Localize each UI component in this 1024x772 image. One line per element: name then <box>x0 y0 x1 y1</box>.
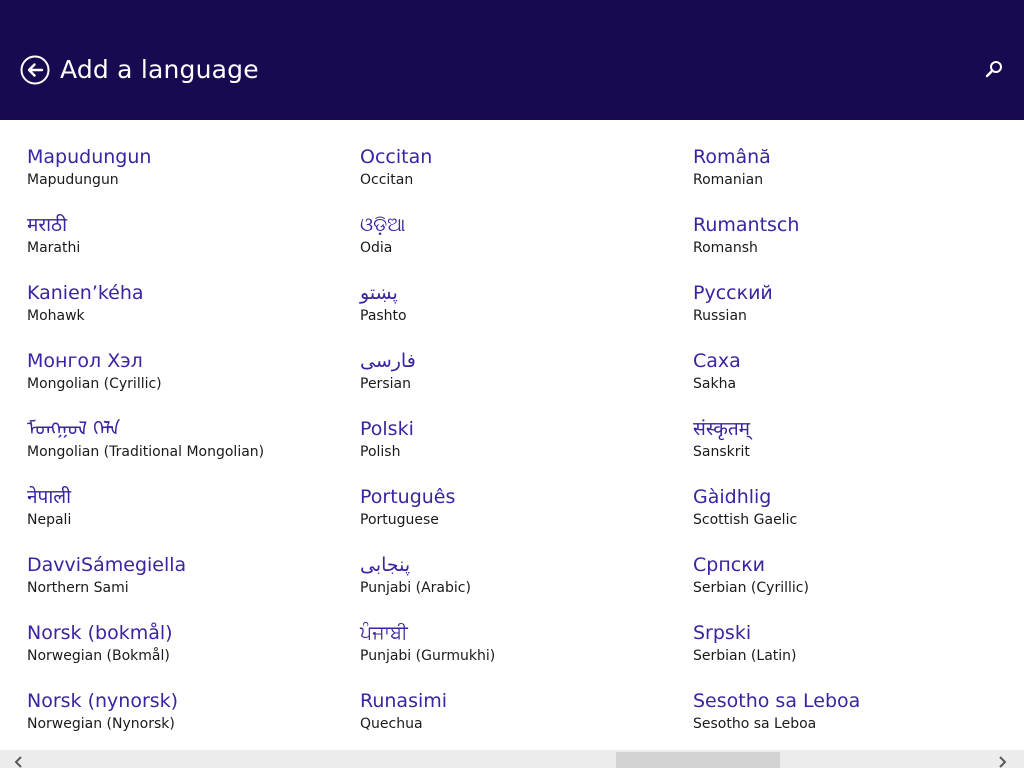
language-english-name: Mongolian (Cyrillic) <box>27 376 162 392</box>
language-english-name: Mapudungun <box>27 172 119 188</box>
language-english-name: Sanskrit <box>693 444 750 460</box>
language-native-name: Português <box>360 486 456 508</box>
scroll-thumb[interactable] <box>616 752 780 768</box>
language-item[interactable]: پښتو Pashto <box>360 281 690 349</box>
language-native-name: Српски <box>693 554 766 576</box>
language-item[interactable]: Occitan Occitan <box>360 145 690 213</box>
language-native-name: Occitan <box>360 146 433 168</box>
language-native-name: नेपाली <box>27 486 72 508</box>
language-english-name: Odia <box>360 240 393 256</box>
language-english-name: Mohawk <box>27 308 85 324</box>
language-english-name: Nepali <box>27 512 72 528</box>
language-native-name: संस्कृतम् <box>693 418 751 440</box>
language-english-name: Marathi <box>27 240 81 256</box>
chevron-left-icon <box>14 756 22 768</box>
language-english-name: Quechua <box>360 716 423 732</box>
language-native-name: پنجابی <box>360 554 411 576</box>
language-native-name: Norsk (bokmål) <box>27 622 173 644</box>
language-english-name: Romansh <box>693 240 758 256</box>
language-item[interactable]: DavviSámegiella Northern Sami <box>27 553 357 621</box>
scroll-left-button[interactable] <box>12 753 26 768</box>
language-item[interactable]: Монгол Хэл Mongolian (Cyrillic) <box>27 349 357 417</box>
language-native-name: Kanien’kéha <box>27 282 144 304</box>
language-native-name: Norsk (nynorsk) <box>27 690 179 712</box>
language-item[interactable]: Srpski Serbian (Latin) <box>693 621 1023 689</box>
language-item[interactable]: Polski Polish <box>360 417 690 485</box>
search-button[interactable] <box>983 59 1005 81</box>
language-item[interactable]: Português Portuguese <box>360 485 690 553</box>
language-english-name: Scottish Gaelic <box>693 512 798 528</box>
language-native-name: Polski <box>360 418 414 440</box>
language-english-name: Sesotho sa Leboa <box>693 716 817 732</box>
back-arrow-circle-icon <box>20 55 50 85</box>
language-english-name: Norwegian (Bokmål) <box>27 648 170 664</box>
language-native-name: ਪੰਜਾਬੀ <box>360 622 408 644</box>
language-item[interactable]: فارسی Persian <box>360 349 690 417</box>
language-native-name: Русский <box>693 282 773 304</box>
language-english-name: Northern Sami <box>27 580 129 596</box>
language-native-name: मराठी <box>27 214 68 236</box>
language-english-name: Portuguese <box>360 512 439 528</box>
language-column: Occitan Occitan ଓଡ଼ିଆ Odia پښتو Pashto فارسی Pe… <box>360 145 690 757</box>
language-english-name: Norwegian (Nynorsk) <box>27 716 175 732</box>
language-native-name: پښتو <box>360 282 398 304</box>
language-item[interactable]: Српски Serbian (Cyrillic) <box>693 553 1023 621</box>
horizontal-scrollbar[interactable] <box>0 750 1024 768</box>
language-native-name: Монгол Хэл <box>27 350 143 372</box>
language-item[interactable]: Rumantsch Romansh <box>693 213 1023 281</box>
language-english-name: Punjabi (Arabic) <box>360 580 471 596</box>
language-item[interactable]: Norsk (bokmål) Norwegian (Bokmål) <box>27 621 357 689</box>
language-native-name: ଓଡ଼ିଆ <box>360 214 406 236</box>
language-native-name: Runasimi <box>360 690 448 712</box>
scroll-right-button[interactable] <box>995 753 1009 768</box>
language-item[interactable]: Русский Russian <box>693 281 1023 349</box>
language-native-name: Саха <box>693 350 741 372</box>
search-icon <box>985 61 1002 78</box>
language-item[interactable]: پنجابی Punjabi (Arabic) <box>360 553 690 621</box>
language-item[interactable]: Sesotho sa Leboa Sesotho sa Leboa <box>693 689 1023 757</box>
language-item[interactable]: Română Romanian <box>693 145 1023 213</box>
language-item[interactable]: ਪੰਜਾਬੀ Punjabi (Gurmukhi) <box>360 621 690 689</box>
language-column: Mapudungun Mapudungun मराठी Marathi Kanien’k… <box>27 145 357 757</box>
language-english-name: Polish <box>360 444 401 460</box>
language-item[interactable]: नेपाली Nepali <box>27 485 357 553</box>
chevron-right-icon <box>999 756 1007 768</box>
language-native-name: DavviSámegiella <box>27 554 187 576</box>
language-english-name: Persian <box>360 376 411 392</box>
language-english-name: Sakha <box>693 376 737 392</box>
header-bar: Add a language <box>0 0 1024 120</box>
language-item[interactable]: Runasimi Quechua <box>360 689 690 757</box>
language-english-name: Serbian (Latin) <box>693 648 797 664</box>
language-native-name: Mapudungun <box>27 146 152 168</box>
language-item[interactable]: संस्कृतम् Sanskrit <box>693 417 1023 485</box>
back-button[interactable] <box>20 55 50 85</box>
language-item[interactable]: Саха Sakha <box>693 349 1023 417</box>
language-native-name: Gàidhlig <box>693 486 772 508</box>
language-native-name: Rumantsch <box>693 214 800 236</box>
language-native-name: Sesotho sa Leboa <box>693 690 861 712</box>
language-item[interactable]: Gàidhlig Scottish Gaelic <box>693 485 1023 553</box>
language-native-name: Română <box>693 146 771 168</box>
language-column: Română Romanian Rumantsch Romansh Русский Rus… <box>693 145 1023 757</box>
language-item[interactable]: Norsk (nynorsk) Norwegian (Nynorsk) <box>27 689 357 757</box>
language-native-name: Srpski <box>693 622 752 644</box>
language-english-name: Punjabi (Gurmukhi) <box>360 648 496 664</box>
language-english-name: Occitan <box>360 172 414 188</box>
language-english-name: Romanian <box>693 172 764 188</box>
language-english-name: Mongolian (Traditional Mongolian) <box>27 444 265 460</box>
language-native-name: ᠮᠣᠩᠭᠣᠯ ᠬᠡᠯᠡ <box>27 418 121 440</box>
language-english-name: Serbian (Cyrillic) <box>693 580 809 596</box>
language-english-name: Russian <box>693 308 747 324</box>
language-item[interactable]: ᠮᠣᠩᠭᠣᠯ ᠬᠡᠯᠡ Mongolian (Traditional Mongol… <box>27 417 357 485</box>
language-native-name: فارسی <box>360 350 416 372</box>
language-item[interactable]: ଓଡ଼ିଆ Odia <box>360 213 690 281</box>
language-item[interactable]: Kanien’kéha Mohawk <box>27 281 357 349</box>
page-title: Add a language <box>60 55 259 84</box>
language-english-name: Pashto <box>360 308 407 324</box>
language-grid: Mapudungun Mapudungun मराठी Marathi Kanien’k… <box>0 120 1024 750</box>
language-item[interactable]: मराठी Marathi <box>27 213 357 281</box>
language-item[interactable]: Mapudungun Mapudungun <box>27 145 357 213</box>
